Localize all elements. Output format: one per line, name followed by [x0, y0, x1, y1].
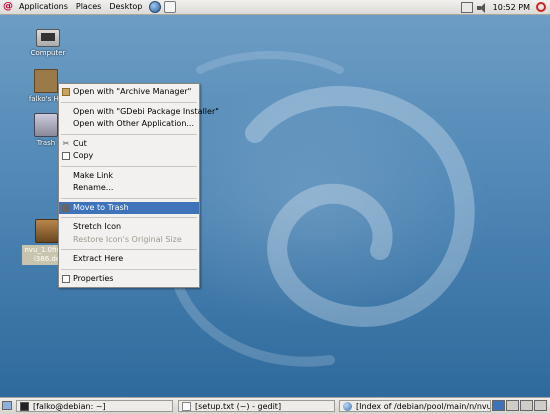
desktop[interactable]: Computer falko's Ho Trash nvu_1.0final- … [0, 15, 550, 397]
clock[interactable]: 10:52 PM [493, 3, 530, 12]
menu-extract-here[interactable]: Extract Here [59, 253, 199, 266]
system-tray: 10:52 PM [460, 0, 550, 14]
desktop-icon-label: Trash [36, 139, 56, 147]
menu-separator [61, 268, 197, 270]
top-panel: @ Applications Places Desktop 10:52 PM [0, 0, 550, 15]
workspace-2[interactable] [506, 400, 519, 411]
workspace-3[interactable] [520, 400, 533, 411]
debian-logo-icon[interactable]: @ [3, 2, 13, 12]
menu-item-label: Rename... [73, 183, 114, 192]
taskbar-gedit[interactable]: [setup.txt (~) - gedit] [178, 400, 335, 412]
menu-copy[interactable]: Copy [59, 150, 199, 163]
menu-make-link[interactable]: Make Link [59, 170, 199, 183]
taskbar-terminal[interactable]: [falko@debian: ~] [16, 400, 173, 412]
terminal-icon [20, 402, 29, 411]
workspace-switcher [491, 400, 547, 411]
workspace-1[interactable] [492, 400, 505, 411]
mail-launcher-icon[interactable] [164, 1, 177, 13]
menu-stretch-icon[interactable]: Stretch Icon [59, 221, 199, 234]
menu-item-label: Copy [73, 151, 94, 160]
menu-item-label: Extract Here [73, 254, 124, 263]
trash-icon [62, 203, 70, 212]
menu-open-archive-manager[interactable]: Open with "Archive Manager" [59, 86, 199, 99]
menu-item-label: Make Link [73, 170, 113, 180]
taskbar-iceweasel[interactable]: [Index of /debian/pool/main/n/nvu - Ice.… [339, 400, 491, 412]
show-desktop-icon[interactable] [2, 401, 12, 410]
task-label: [setup.txt (~) - gedit] [195, 402, 282, 411]
menu-applications[interactable]: Applications [15, 0, 72, 14]
menu-places[interactable]: Places [72, 0, 105, 14]
computer-icon [36, 29, 60, 47]
web-browser-launcher-icon[interactable] [149, 1, 162, 13]
menu-desktop[interactable]: Desktop [105, 0, 146, 14]
menu-restore-icon-size: Restore Icon's Original Size [59, 234, 199, 247]
menu-item-label: Open with "Archive Manager" [73, 87, 192, 96]
menu-separator [61, 217, 197, 218]
menu-item-label: Open with "GDebi Package Installer" [73, 106, 219, 116]
task-label: [Index of /debian/pool/main/n/nvu - Ice.… [356, 402, 491, 411]
menu-item-label: Open with Other Application... [73, 119, 195, 128]
menu-item-label: Move to Trash [73, 202, 129, 212]
scissors-icon: ✂ [62, 138, 70, 148]
package-icon [35, 219, 59, 243]
menu-properties[interactable]: Properties [59, 273, 199, 286]
menu-separator [61, 197, 197, 199]
desktop-icon-label-line2: i386.de [33, 255, 61, 263]
context-menu: Open with "Archive Manager" Open with "G… [58, 83, 219, 288]
power-icon[interactable] [536, 2, 546, 12]
menu-item-label: Properties [73, 273, 114, 283]
bottom-panel: [falko@debian: ~] [setup.txt (~) - gedit… [0, 397, 550, 414]
menu-open-gdebi[interactable]: Open with "GDebi Package Installer" [59, 106, 219, 119]
home-folder-icon [34, 69, 58, 93]
menu-item-label: Cut [73, 138, 87, 148]
menu-open-other-application[interactable]: Open with Other Application... [59, 118, 199, 131]
desktop-icon-label: Computer [30, 49, 66, 57]
menu-separator [61, 165, 197, 167]
desktop-icon-computer[interactable]: Computer [18, 23, 78, 57]
menu-separator [61, 249, 197, 250]
menu-separator [61, 133, 197, 135]
browser-icon [343, 402, 352, 411]
menu-cut[interactable]: ✂ Cut [59, 138, 199, 151]
trash-icon [34, 113, 58, 137]
volume-icon[interactable] [476, 2, 487, 13]
menu-move-to-trash[interactable]: Move to Trash [59, 201, 199, 214]
text-editor-icon [182, 402, 191, 411]
menu-item-label: Stretch Icon [73, 222, 122, 231]
network-icon[interactable] [460, 1, 473, 13]
task-label: [falko@debian: ~] [33, 402, 106, 411]
menu-separator [61, 101, 197, 103]
workspace-4[interactable] [534, 400, 547, 411]
menu-item-label: Restore Icon's Original Size [73, 234, 182, 244]
menu-rename[interactable]: Rename... [59, 182, 199, 195]
copy-icon [62, 152, 70, 160]
properties-icon [62, 274, 70, 283]
archive-icon [62, 88, 70, 96]
